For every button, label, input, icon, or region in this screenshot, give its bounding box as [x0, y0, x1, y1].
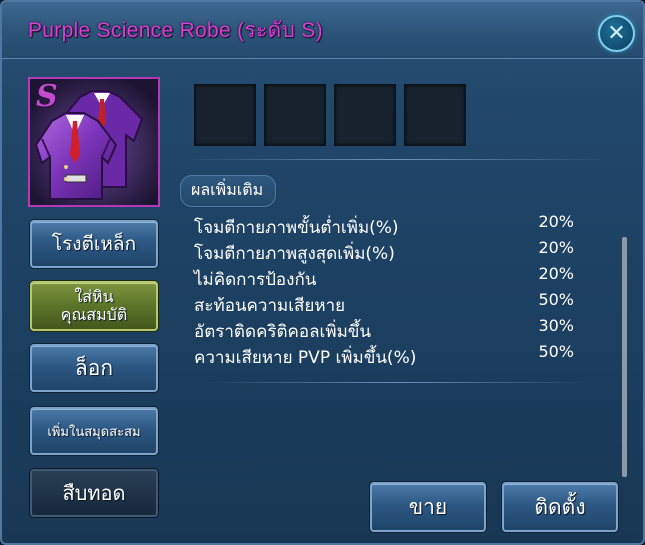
- stat-row: อัตราติดคริติคอลเพิ่มขึ้น 30%: [194, 316, 594, 342]
- item-detail-window: Purple Science Robe (ระดับ S) ✕ S ผลเพิ่…: [0, 0, 645, 545]
- socket-slot-1[interactable]: [194, 84, 256, 146]
- bonus-section-label: ผลเพิ่มเติม: [180, 175, 277, 207]
- close-icon: ✕: [607, 21, 626, 46]
- sell-button[interactable]: ขาย: [370, 482, 486, 532]
- grade-badge: S: [36, 79, 58, 114]
- stat-row: ความเสียหาย PVP เพิ่มขึ้น(%) 50%: [194, 342, 594, 368]
- stat-row: ไม่คิดการป้องกัน 20%: [194, 264, 594, 290]
- stat-value: 20%: [538, 264, 574, 283]
- stat-name: โจมตีกายภาพสูงสุดเพิ่ม(%): [194, 244, 395, 264]
- forge-button[interactable]: โรงตีเหล็ก: [30, 220, 158, 268]
- scrollbar[interactable]: [622, 237, 627, 477]
- bonus-stats-list: โจมตีกายภาพขั้นต่ำเพิ่ม(%) 20% โจมตีกายภ…: [194, 212, 594, 368]
- add-to-collection-button[interactable]: เพิ่มในสมุดสะสม: [30, 407, 158, 455]
- socket-slot-2[interactable]: [264, 84, 326, 146]
- stat-value: 20%: [538, 212, 574, 231]
- stat-value: 30%: [538, 316, 574, 335]
- divider: [202, 382, 592, 383]
- stat-name: อัตราติดคริติคอลเพิ่มขึ้น: [194, 322, 372, 342]
- stat-name: ความเสียหาย PVP เพิ่มขึ้น(%): [194, 348, 417, 368]
- socket-slot-3[interactable]: [334, 84, 396, 146]
- socket-stone-button[interactable]: ใส่หิน คุณสมบัติ: [30, 281, 158, 331]
- close-button[interactable]: ✕: [598, 15, 635, 52]
- stat-row: โจมตีกายภาพขั้นต่ำเพิ่ม(%) 20%: [194, 212, 594, 238]
- lock-button[interactable]: ล็อก: [30, 344, 158, 392]
- stat-name: ไม่คิดการป้องกัน: [194, 270, 317, 290]
- divider: [182, 159, 612, 160]
- stat-value: 20%: [538, 238, 574, 257]
- stat-name: โจมตีกายภาพขั้นต่ำเพิ่ม(%): [194, 218, 399, 238]
- inherit-button[interactable]: สืบทอด: [30, 469, 158, 517]
- stat-value: 50%: [538, 290, 574, 309]
- title-bar: Purple Science Robe (ระดับ S) ✕: [2, 2, 643, 59]
- stat-value: 50%: [538, 342, 574, 361]
- window-title: Purple Science Robe (ระดับ S): [28, 19, 323, 42]
- socket-slot-4[interactable]: [404, 84, 466, 146]
- stat-name: สะท้อนความเสียหาย: [194, 296, 346, 316]
- socket-stone-label-line2: คุณสมบัติ: [60, 305, 128, 324]
- stat-row: สะท้อนความเสียหาย 50%: [194, 290, 594, 316]
- stat-row: โจมตีกายภาพสูงสุดเพิ่ม(%) 20%: [194, 238, 594, 264]
- socket-stone-label-line1: ใส่หิน: [74, 287, 114, 306]
- equip-button[interactable]: ติดตั้ง: [502, 482, 618, 532]
- item-icon-frame[interactable]: S: [28, 77, 160, 207]
